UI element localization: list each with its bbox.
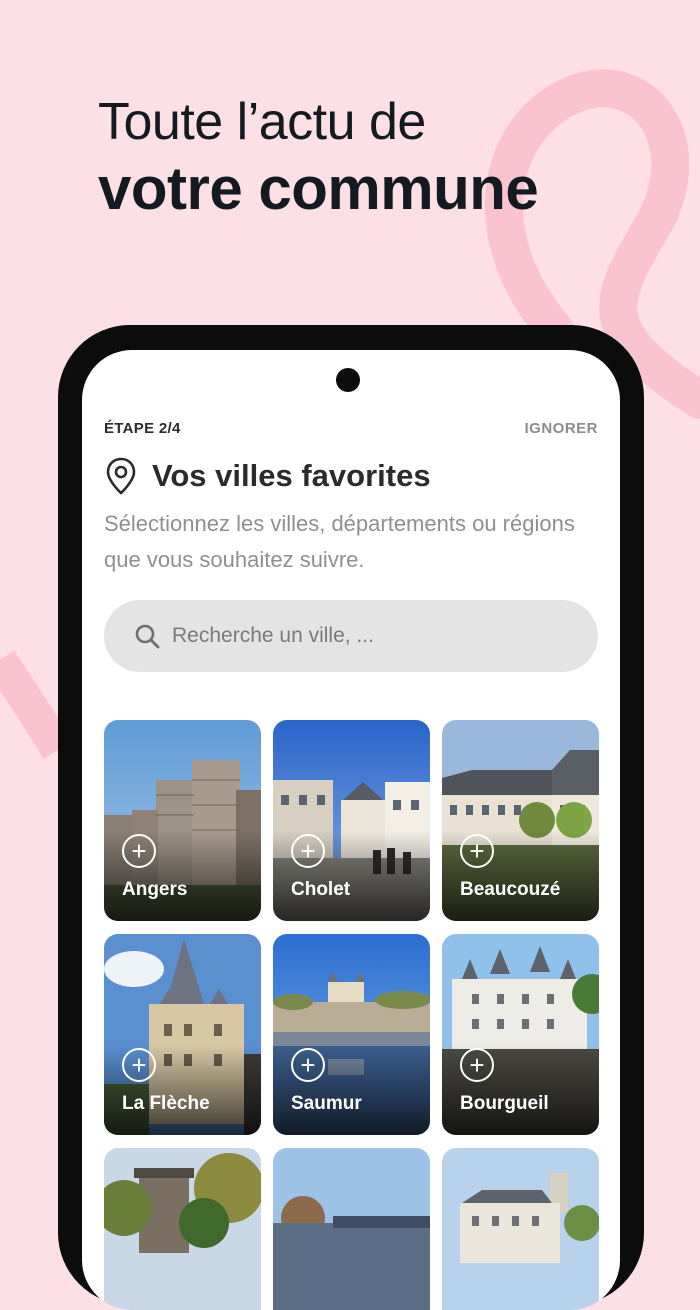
plus-circle-icon[interactable]: + [460, 1048, 494, 1082]
city-card-beaucouze[interactable]: + Beaucouzé [442, 720, 599, 921]
plus-circle-icon[interactable]: + [291, 834, 325, 868]
plus-circle-icon[interactable]: + [460, 834, 494, 868]
section-header: Vos villes favorites [104, 456, 431, 496]
map-pin-icon [106, 457, 136, 495]
plus-circle-icon[interactable]: + [122, 834, 156, 868]
city-card-7[interactable] [104, 1148, 261, 1310]
front-camera [336, 368, 360, 392]
step-indicator: ÉTAPE 2/4 [104, 420, 181, 437]
city-card-saumur[interactable]: + Saumur [273, 934, 430, 1135]
promo-headline: Toute l’actu de votre commune [98, 90, 539, 224]
city-name: Beaucouzé [460, 879, 561, 900]
phone-screen: ÉTAPE 2/4 IGNORER Vos villes favorites S… [82, 350, 620, 1310]
city-name: Cholet [291, 879, 351, 900]
headline-line-1: Toute l’actu de [98, 93, 426, 151]
plus-circle-icon[interactable]: + [291, 1048, 325, 1082]
city-card-8[interactable] [273, 1148, 430, 1310]
search-icon [135, 624, 160, 649]
city-card-la-fleche[interactable]: + La Flèche [104, 934, 261, 1135]
city-name: Bourgueil [460, 1093, 549, 1114]
city-name: La Flèche [122, 1093, 210, 1114]
city-photo [104, 1148, 261, 1310]
page-title: Vos villes favorites [152, 458, 431, 493]
city-card-angers[interactable]: + Angers [104, 720, 261, 921]
search-input[interactable] [170, 623, 554, 649]
headline-line-2: votre commune [98, 155, 539, 222]
status-bar-icons [454, 350, 544, 356]
page-subtitle: Sélectionnez les villes, départements ou… [104, 511, 575, 572]
city-name: Angers [122, 879, 188, 900]
city-photo [442, 1148, 599, 1310]
search-bar[interactable] [104, 600, 598, 672]
city-name: Saumur [291, 1093, 362, 1114]
city-card-bourgueil[interactable]: + Bourgueil [442, 934, 599, 1135]
city-card-9[interactable] [442, 1148, 599, 1310]
city-photo [273, 1148, 430, 1310]
skip-button[interactable]: IGNORER [524, 420, 598, 437]
plus-circle-icon[interactable]: + [122, 1048, 156, 1082]
city-card-cholet[interactable]: + Cholet [273, 720, 430, 921]
